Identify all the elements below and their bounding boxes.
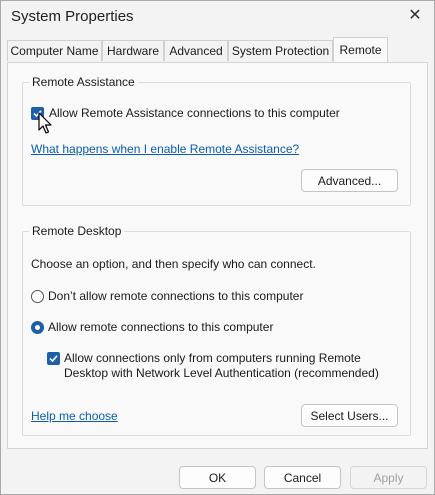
- nla-checkbox[interactable]: [47, 352, 60, 365]
- remote-desktop-instruction: Choose an option, and then specify who c…: [31, 257, 316, 271]
- remote-tab-pane: Remote Assistance Allow Remote Assistanc…: [7, 62, 428, 449]
- remote-desktop-legend: Remote Desktop: [32, 224, 122, 238]
- window-title: System Properties: [11, 8, 134, 25]
- tab-remote[interactable]: Remote: [333, 37, 388, 62]
- tab-hardware[interactable]: Hardware: [102, 40, 164, 61]
- nla-label-line2[interactable]: Desktop with Network Level Authenticatio…: [64, 366, 379, 380]
- select-users-button[interactable]: Select Users...: [301, 404, 398, 427]
- apply-button: Apply: [350, 466, 427, 489]
- mouse-pointer-icon: [38, 112, 52, 134]
- ok-button[interactable]: OK: [179, 466, 256, 489]
- close-icon[interactable]: ✕: [404, 5, 426, 27]
- title-bar: System Properties ✕: [1, 1, 434, 33]
- tab-advanced[interactable]: Advanced: [164, 40, 228, 61]
- remote-assistance-legend: Remote Assistance: [32, 75, 135, 89]
- remote-assistance-help-link[interactable]: What happens when I enable Remote Assist…: [31, 142, 299, 156]
- deny-remote-label[interactable]: Don’t allow remote connections to this c…: [48, 289, 303, 303]
- help-me-choose-link[interactable]: Help me choose: [31, 409, 118, 423]
- allow-remote-radio[interactable]: [31, 321, 44, 334]
- nla-label-line1[interactable]: Allow connections only from computers ru…: [64, 351, 361, 365]
- tab-computer-name[interactable]: Computer Name: [7, 40, 102, 61]
- allow-remote-assistance-label[interactable]: Allow Remote Assistance connections to t…: [49, 106, 340, 120]
- check-icon: [49, 355, 58, 363]
- tab-system-protection[interactable]: System Protection: [228, 40, 333, 61]
- cancel-button[interactable]: Cancel: [264, 466, 341, 489]
- advanced-button[interactable]: Advanced...: [301, 169, 398, 192]
- deny-remote-radio[interactable]: [31, 290, 44, 303]
- system-properties-window: System Properties ✕ Computer Name Hardwa…: [0, 0, 435, 495]
- allow-remote-label[interactable]: Allow remote connections to this compute…: [48, 320, 273, 334]
